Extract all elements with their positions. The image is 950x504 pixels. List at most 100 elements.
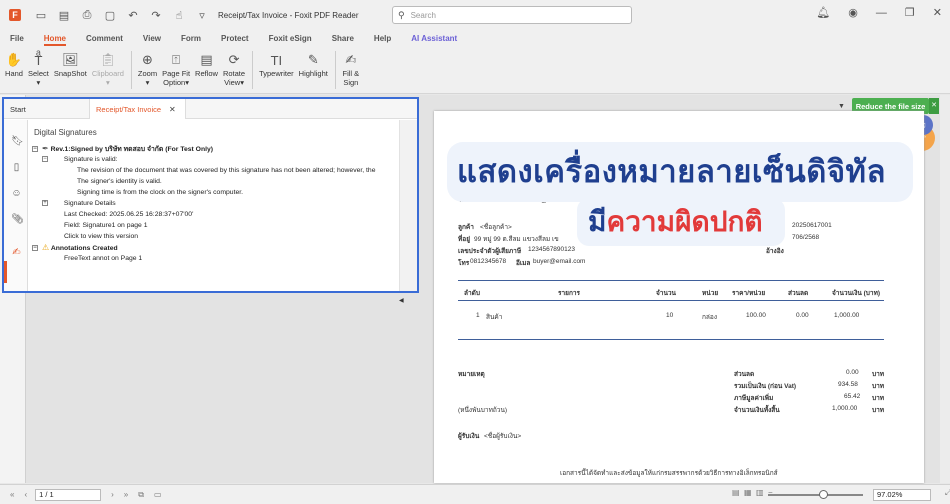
two-page-icon[interactable]: ▭ [154,490,162,499]
signature-pen-icon: ✒ [42,144,49,153]
tab-view[interactable]: View [143,34,161,43]
continuous-view-icon[interactable]: ▦ [744,488,752,497]
revision-item[interactable]: − ✒ Rev.1:Signed by บริษัท ทดสอบ จำกัด (F… [32,144,213,154]
toolbar-dropdown-icon[interactable]: ▼ [838,103,845,110]
tab-doc-label: Receipt/Tax Invoice [96,104,162,114]
typewriter-button[interactable]: TI Typewriter [259,46,294,93]
zoom-dropdown-icon: ▾ [145,78,150,87]
expand-toggle-icon[interactable]: + [42,200,48,207]
previous-page-icon[interactable]: ‹ [24,490,27,499]
copy-page-icon[interactable]: ⧉ [138,490,144,500]
reflow-button[interactable]: ▤ Reflow [195,46,218,93]
view-version-link[interactable]: Click to view this version [64,232,138,241]
undo-icon[interactable]: ↶ [127,9,139,22]
select-text-icon: Tͣ [34,52,43,68]
attachment-icon[interactable]: 📎︎ [11,214,24,225]
annotations-created-item[interactable]: − ⚠ Annotations Created [32,243,118,253]
collapse-toggle-icon[interactable]: − [32,245,38,252]
ribbon-tabs: File Home Comment View Form Protect Foxi… [0,30,950,46]
discount-total: 0.00 [846,369,859,376]
zoom-slider-handle[interactable] [819,490,828,499]
tab-receipt-tax-invoice[interactable]: Receipt/Tax Invoice ✕ [90,99,186,119]
phone-value: 0812345678 [470,258,507,265]
collapse-toggle-icon[interactable]: − [42,156,48,163]
first-page-icon[interactable]: « [10,490,14,499]
baht-unit: บาท [872,407,885,414]
notification-bell-icon[interactable]: 🔔︎ [816,6,830,19]
collapse-toggle-icon[interactable]: − [32,146,38,153]
tab-foxit-esign[interactable]: Foxit eSign [269,34,312,43]
redo-icon[interactable]: ↷ [150,9,162,22]
select-tool-button[interactable]: Tͣ Select ▾ [28,46,49,93]
hand-dropdown-icon[interactable]: ☝ [173,9,185,22]
window-title: Receipt/Tax Invoice - Foxit PDF Reader [218,10,359,20]
ribbon-toolbar: ✋ Hand Tͣ Select ▾ 🖼︎ SnapShot 📋︎ Clipbo… [0,46,950,94]
zoom-level-input[interactable]: 97.02% [873,489,931,501]
column-header-item: รายการ [558,290,581,297]
close-tab-icon[interactable]: ✕ [169,105,176,114]
new-document-icon[interactable]: ▢ [104,9,116,22]
open-folder-icon[interactable]: ▭ [35,9,47,22]
highlight-icon: ✎ [307,52,319,67]
tab-form[interactable]: Form [181,34,201,43]
clipboard-button[interactable]: 📋︎ Clipboard ▾ [92,46,124,93]
zoom-button[interactable]: ⊕ Zoom ▾ [138,46,157,93]
close-icon[interactable]: ✕ [933,6,942,19]
overlay-subheadline: มีความผิดปกติ [588,200,763,244]
minimize-icon[interactable]: — [876,7,887,19]
select-dropdown-icon: ▾ [36,78,41,87]
tab-home[interactable]: Home [43,34,67,46]
account-icon[interactable]: ◉ [848,6,858,19]
save-icon[interactable]: ▤ [58,9,70,22]
collapse-panel-arrow-icon[interactable]: ◀ [399,297,404,304]
panel-scrollbar[interactable] [399,120,417,291]
taxid-value: 1234567890123 [528,246,575,253]
customer-label: ลูกค้า [458,224,474,231]
customize-dropdown-icon[interactable]: ▿ [196,9,208,22]
grand-total-label: จำนวนเงินทั้งสิ้น [734,407,780,414]
search-icon: ⚲ [398,9,405,20]
last-page-icon[interactable]: » [124,490,128,499]
page-fit-option-button[interactable]: ⍐ Page Fit Option▾ [162,46,190,93]
zoom-slider[interactable] [768,494,863,496]
print-icon[interactable]: ⎙ [81,9,93,22]
fill-sign-button[interactable]: ✍ Fill & Sign [342,46,360,93]
page-number-input[interactable]: 1 / 1 [35,488,102,501]
signature-details-item[interactable]: + Signature Details [42,199,116,208]
snapshot-button[interactable]: 🖼︎ SnapShot [54,46,87,93]
baht-unit: บาท [872,395,885,402]
last-checked-text: Last Checked: 2025.06.25 16:28:37+07'00' [64,211,194,218]
page-fit-label: Page Fit [162,69,191,78]
page-thumbnail-icon[interactable]: ▯ [11,162,22,173]
bookmark-icon[interactable]: 🔖︎ [11,136,24,147]
signature-panel-icon[interactable]: ✍ [11,247,22,258]
page-fit-icon: ⍐ [172,52,180,67]
tab-protect[interactable]: Protect [221,34,249,43]
signature-panel: Start Receipt/Tax Invoice ✕ 🔖︎ ▯ ☺ 📎︎ ✍ … [2,97,419,293]
snapshot-icon: 🖼︎ [62,52,79,67]
restore-icon[interactable]: ❐ [905,6,915,19]
facing-view-icon[interactable]: ▥ [756,488,764,497]
next-page-icon[interactable]: › [111,490,114,499]
comment-icon[interactable]: ☺ [11,188,22,199]
tab-comment[interactable]: Comment [86,34,123,43]
tab-ai-assistant[interactable]: AI Assistant [411,34,457,43]
tab-help[interactable]: Help [374,34,391,43]
row-item: สินค้า [486,314,503,321]
tab-share[interactable]: Share [332,34,354,43]
tab-file[interactable]: File [10,34,24,43]
tab-start[interactable]: Start [4,99,90,119]
expand-icon[interactable]: ⤢ [945,488,950,498]
clipboard-label: Clipboard [91,69,124,78]
single-page-view-icon[interactable]: ▤ [732,488,740,497]
hand-tool-button[interactable]: ✋ Hand [5,46,23,93]
document-scrollbar[interactable] [940,95,950,483]
snapshot-label: SnapShot [53,69,87,78]
reduce-file-size-close-icon[interactable]: ✕ [929,98,939,114]
phone-label: โทร [458,260,470,267]
search-input[interactable]: ⚲ Search [392,6,632,24]
document-number: 20250617001 [792,222,832,229]
highlight-button[interactable]: ✎ Highlight [299,46,328,93]
rotate-view-button[interactable]: ⟳ Rotate View▾ [223,46,245,93]
signature-valid-item[interactable]: − Signature is valid: [42,155,118,164]
